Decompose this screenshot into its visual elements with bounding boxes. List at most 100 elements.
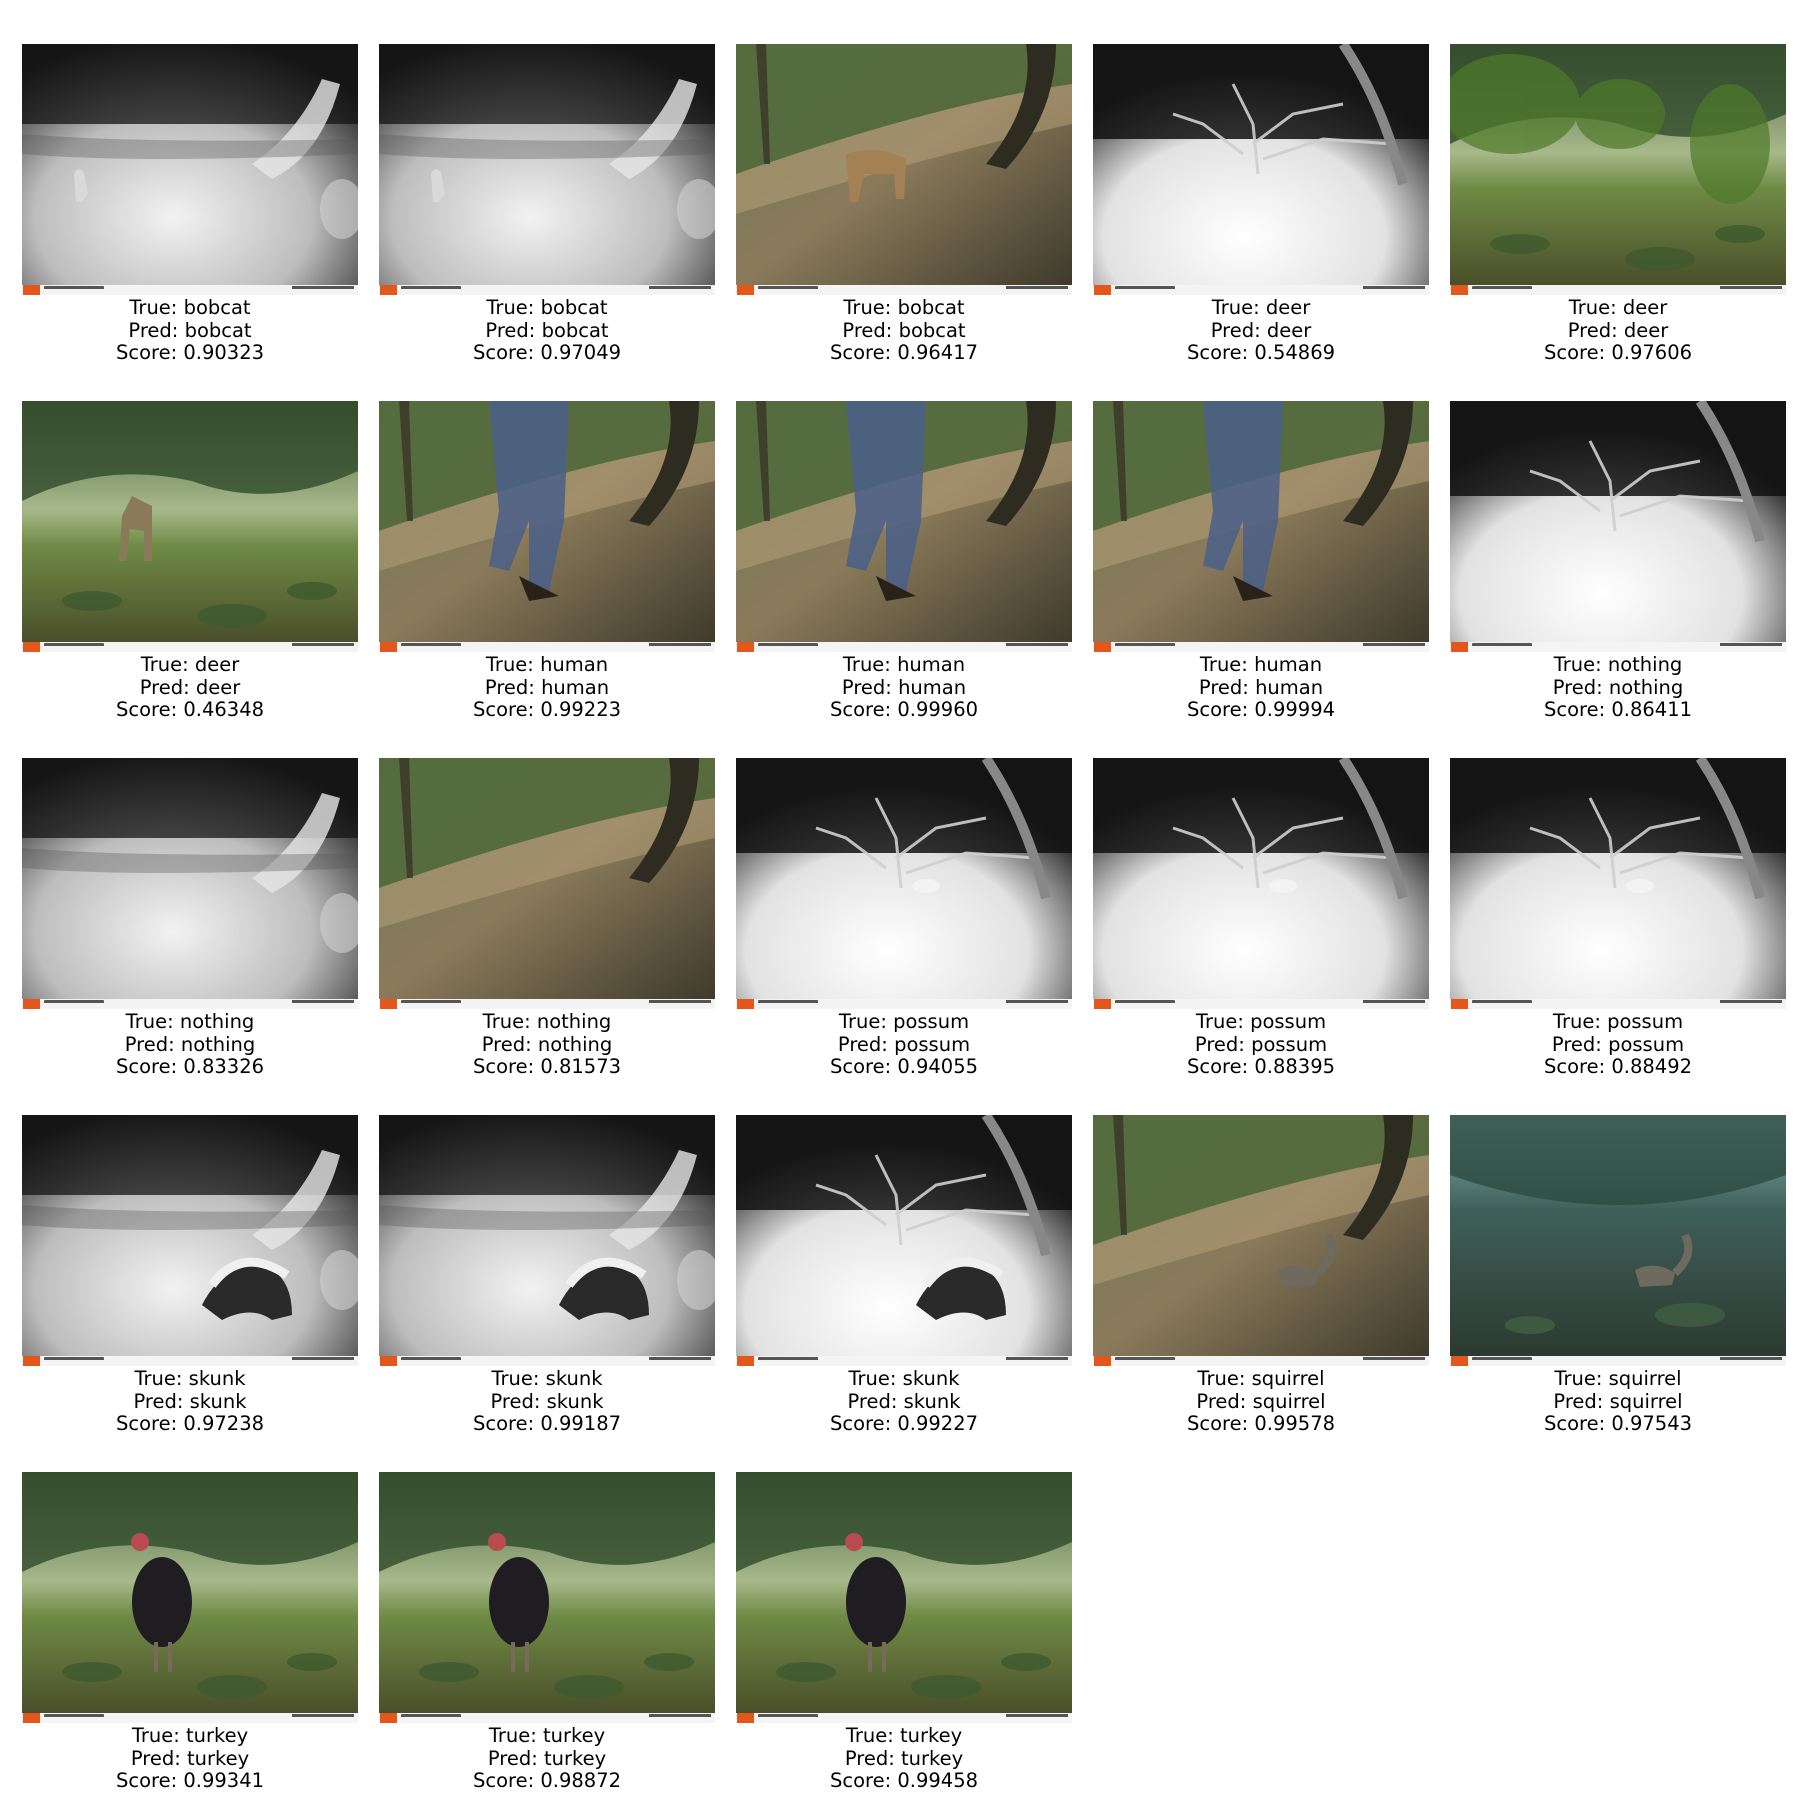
pred-label-prefix: Pred: bbox=[484, 675, 542, 699]
camera-trap-photo bbox=[22, 1472, 358, 1723]
camera-info-strip bbox=[736, 285, 1072, 295]
camera-brand-logo-icon bbox=[380, 642, 397, 652]
pred-label-prefix: Pred: bbox=[1210, 318, 1267, 342]
true-label-prefix: True: bbox=[131, 1724, 187, 1747]
photo-scene-day-slope bbox=[736, 401, 1072, 642]
timestamp-text bbox=[1720, 1000, 1782, 1007]
pred-label-value: deer bbox=[1623, 318, 1669, 342]
true-label-value: turkey bbox=[900, 1724, 963, 1747]
camera-brand-logo-icon bbox=[1094, 1356, 1111, 1366]
pred-label: Pred: bobcat bbox=[736, 319, 1072, 343]
score-label: Score: 0.90323 bbox=[22, 341, 358, 365]
photo-scene-night-bush bbox=[1093, 44, 1429, 285]
score-label-value: 0.99227 bbox=[897, 1412, 979, 1435]
pred-label: Pred: human bbox=[379, 675, 715, 700]
score-label-value: 0.90323 bbox=[183, 341, 265, 364]
score-label: Score: 0.97049 bbox=[379, 341, 715, 365]
pred-label: Pred: turkey bbox=[736, 1746, 1072, 1771]
true-label: True: squirrel bbox=[1093, 1367, 1429, 1391]
pred-label: Pred: squirrel bbox=[1450, 1390, 1786, 1414]
true-label-value: possum bbox=[1607, 1010, 1684, 1033]
photo-scene-night-bush bbox=[1450, 401, 1786, 642]
pred-label-value: nothing bbox=[1608, 675, 1684, 699]
true-label-value: nothing bbox=[179, 1010, 255, 1033]
score-label: Score: 0.83326 bbox=[22, 1055, 358, 1079]
image-grid: True: bobcat Pred: bobcat Score: 0.90323 T… bbox=[0, 0, 1800, 1800]
pred-label-prefix: Pred: bbox=[847, 1389, 904, 1413]
score-label: Score: 0.99187 bbox=[379, 1412, 715, 1436]
score-label-value: 0.98872 bbox=[540, 1769, 622, 1792]
score-label-prefix: Score: bbox=[472, 1412, 541, 1435]
prediction-caption: True: squirrel Pred: squirrel Score: 0.975… bbox=[1450, 1367, 1786, 1436]
camera-info-text bbox=[401, 286, 461, 293]
true-label: True: turkey bbox=[22, 1724, 358, 1748]
pred-label: Pred: human bbox=[736, 676, 1072, 700]
pred-label: Pred: human bbox=[1093, 676, 1429, 700]
score-label-value: 0.83326 bbox=[183, 1055, 265, 1078]
camera-trap-photo bbox=[379, 758, 715, 1009]
true-label-value: human bbox=[897, 653, 966, 676]
camera-trap-photo bbox=[22, 401, 358, 652]
score-label-prefix: Score: bbox=[829, 698, 898, 721]
score-label-prefix: Score: bbox=[1186, 1412, 1255, 1435]
score-label-prefix: Score: bbox=[1543, 1055, 1612, 1078]
camera-brand-logo-icon bbox=[737, 285, 754, 295]
pred-label-prefix: Pred: bbox=[1552, 675, 1609, 699]
true-label: True: bobcat bbox=[22, 296, 358, 320]
true-label: True: skunk bbox=[379, 1367, 715, 1391]
camera-info-text bbox=[758, 1714, 818, 1721]
score-label: Score: 0.99994 bbox=[1093, 698, 1429, 722]
photo-scene-night-bush bbox=[736, 758, 1072, 999]
photo-scene-day-slope bbox=[1093, 1115, 1429, 1356]
camera-info-text bbox=[44, 1714, 104, 1721]
true-label: True: turkey bbox=[736, 1724, 1072, 1748]
timestamp-text bbox=[649, 643, 711, 650]
true-label-prefix: True: bbox=[486, 296, 541, 319]
camera-trap-photo bbox=[1450, 44, 1786, 295]
photo-scene-day-meadow bbox=[22, 1472, 358, 1713]
score-label-value: 0.81573 bbox=[540, 1055, 622, 1078]
timestamp-text bbox=[292, 286, 354, 293]
pred-label: Pred: squirrel bbox=[1093, 1390, 1429, 1414]
camera-info-strip bbox=[22, 1713, 358, 1723]
camera-info-strip bbox=[1450, 285, 1786, 295]
score-label-value: 0.46348 bbox=[183, 698, 265, 721]
pred-label-value: turkey bbox=[544, 1746, 607, 1770]
camera-trap-photo bbox=[1093, 758, 1429, 1009]
score-label-prefix: Score: bbox=[1543, 698, 1612, 721]
camera-info-strip bbox=[22, 1356, 358, 1366]
camera-trap-photo bbox=[1450, 401, 1786, 652]
score-label-value: 0.86411 bbox=[1611, 698, 1693, 721]
score-label: Score: 0.88395 bbox=[1093, 1055, 1429, 1079]
pred-label: Pred: skunk bbox=[379, 1389, 715, 1414]
prediction-caption: True: deer Pred: deer Score: 0.97606 bbox=[1450, 296, 1786, 365]
score-label-value: 0.94055 bbox=[897, 1055, 979, 1078]
true-label-prefix: True: bbox=[842, 653, 898, 676]
pred-label: Pred: deer bbox=[22, 676, 358, 700]
score-label-prefix: Score: bbox=[472, 698, 541, 721]
camera-brand-logo-icon bbox=[1451, 642, 1468, 652]
camera-brand-logo-icon bbox=[23, 642, 40, 652]
pred-label-value: possum bbox=[1251, 1032, 1328, 1056]
pred-label: Pred: turkey bbox=[22, 1747, 358, 1771]
score-label-prefix: Score: bbox=[1186, 341, 1255, 364]
camera-info-strip bbox=[22, 285, 358, 295]
true-label-prefix: True: bbox=[491, 1367, 546, 1390]
timestamp-text bbox=[292, 1357, 354, 1364]
pred-label: Pred: nothing bbox=[22, 1033, 358, 1057]
true-label-value: nothing bbox=[536, 1010, 612, 1033]
score-label-prefix: Score: bbox=[115, 698, 184, 721]
timestamp-text bbox=[1363, 286, 1425, 293]
camera-info-strip bbox=[1093, 1356, 1429, 1366]
pred-label-prefix: Pred: bbox=[844, 1746, 901, 1770]
pred-label: Pred: skunk bbox=[736, 1389, 1072, 1414]
camera-trap-photo bbox=[22, 44, 358, 295]
photo-scene-day-meadow bbox=[379, 1472, 715, 1713]
true-label: True: possum bbox=[736, 1010, 1072, 1034]
camera-info-strip bbox=[379, 285, 715, 295]
prediction-caption: True: nothing Pred: nothing Score: 0.83326 bbox=[22, 1010, 358, 1079]
score-label-value: 0.88395 bbox=[1254, 1055, 1336, 1078]
pred-label-value: skunk bbox=[546, 1389, 604, 1413]
camera-brand-logo-icon bbox=[23, 1713, 40, 1723]
camera-brand-logo-icon bbox=[737, 1356, 754, 1366]
